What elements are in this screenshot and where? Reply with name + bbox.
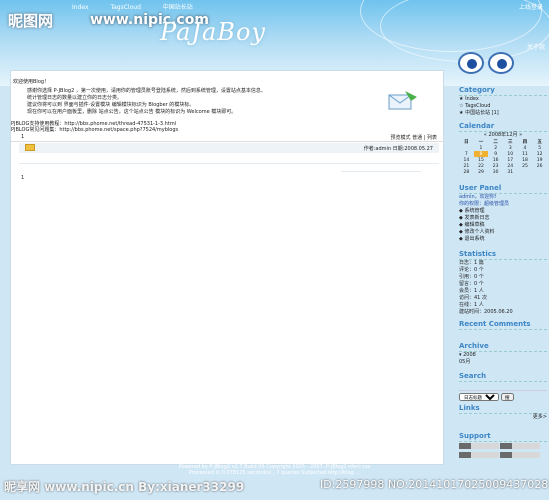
- watermark-id: ID:2597998 NO:20141017025009437028: [320, 478, 549, 491]
- support-title: Support: [459, 432, 547, 442]
- search-button[interactable]: 搜: [501, 393, 514, 401]
- archive-year[interactable]: ▾ 2008: [459, 352, 547, 359]
- calendar-title: Calendar: [459, 122, 547, 132]
- welcome-title: 欢迎使用Blog！: [13, 79, 50, 85]
- links-more[interactable]: 更多>: [459, 414, 547, 421]
- category-item[interactable]: ★ Index: [459, 96, 547, 103]
- category-panel: Category ★ Index ☆ TagsCloud ★ 中国站长站 [1]: [459, 86, 547, 117]
- calendar-panel: Calendar « 2008年12月 » 日一 二三 四五 12345 789…: [459, 122, 547, 175]
- view-mode-links[interactable]: 预览模式 普通 | 列表: [391, 134, 437, 141]
- left-eye: [458, 52, 484, 74]
- support-badge[interactable]: [459, 452, 499, 458]
- stat-line: 日志：1 篇: [459, 260, 484, 266]
- welcome-line: 统计管理日志的数量以建立你的日志分类。: [27, 95, 123, 101]
- search-panel: Search 日志标题 搜: [459, 372, 547, 401]
- support-panel: Support: [459, 432, 547, 460]
- category-title: Category: [459, 86, 547, 96]
- stat-line: 引用：0 个: [459, 274, 484, 280]
- footer-processed: Processed in 0.078125 second(s) , 7 quer…: [188, 470, 361, 476]
- aboutme-link[interactable]: 关于我: [527, 42, 545, 51]
- post-meta: 作者:admin 日期:2008.05.27: [363, 146, 433, 152]
- statistics-panel: Statistics 日志：1 篇 评论：0 个 引用：0 个 留言：0 个 会…: [459, 250, 547, 316]
- bottom-page-number[interactable]: 1: [21, 175, 24, 181]
- nav-tagscloud[interactable]: TagsCloud: [110, 4, 140, 11]
- search-title: Search: [459, 372, 547, 382]
- archive-month[interactable]: 05月: [459, 359, 547, 366]
- main-content: 欢迎使用Blog！ 感谢你选择 P-JBlog2 ，第一次使用，请用你的管理员账…: [10, 70, 445, 465]
- user-panel: User Panel admin，欢迎你! 你的权限：超级管理员 ◆ 系统管理 …: [459, 184, 547, 243]
- stat-line: 留言：0 个: [459, 281, 484, 287]
- category-item[interactable]: ☆ TagsCloud: [459, 103, 547, 110]
- sidebar: Category ★ Index ☆ TagsCloud ★ 中国站长站 [1]…: [456, 86, 549, 466]
- links-panel: Links 更多>: [459, 404, 547, 421]
- mail-icon: [388, 91, 417, 110]
- user-menu-item[interactable]: ◆ 修改个人资料: [459, 229, 547, 236]
- stat-line: 在线：1 人: [459, 302, 484, 308]
- calendar-row: 28 29 30 31: [463, 169, 514, 175]
- userpanel-title: User Panel: [459, 184, 547, 194]
- archive-title: Archive: [459, 342, 547, 352]
- search-input[interactable]: [459, 382, 547, 391]
- nav-index[interactable]: Index: [72, 4, 89, 11]
- welcome-line: 感谢你选择 P-JBlog2 ，第一次使用，请用你的管理员账号登陆系统，然后到系…: [27, 88, 266, 94]
- divider: [341, 171, 421, 172]
- stat-line: 会员：1 人: [459, 288, 484, 294]
- eyes-icon: [458, 52, 518, 78]
- welcome-body: 感谢你选择 P-JBlog2 ，第一次使用，请用你的管理员账号登陆系统，然后到系…: [27, 88, 377, 116]
- welcome-line: 建议你将可以到 界面与插件·设置模块 编辑模块标识为 Blogber 的模块标。: [27, 102, 195, 108]
- support-badge[interactable]: [500, 443, 540, 449]
- recent-comments-title: Recent Comments: [459, 320, 547, 330]
- page-number[interactable]: 1: [21, 134, 24, 140]
- folder-icon: [25, 144, 35, 151]
- site-logo: 昵图网: [8, 12, 54, 30]
- calendar-table: 日一 二三 四五 12345 7 8 9 10 11 12 14 15 16 17 18 19 21…: [459, 139, 547, 175]
- stat-line: 评论：0 个: [459, 267, 484, 273]
- stat-line: 访问：41 次: [459, 295, 487, 301]
- divider: [19, 163, 439, 164]
- links-title: Links: [459, 404, 547, 414]
- welcome-line: 现在你可以在用户面板里，删除 站点公告，这个站点公告 模块的标识为 Welcom…: [27, 109, 237, 115]
- user-status: admin，欢迎你!: [459, 194, 497, 200]
- user-menu-item[interactable]: ◆ 发表新日志: [459, 215, 547, 222]
- archive-panel: Archive ▾ 2008 05月: [459, 342, 547, 366]
- login-link[interactable]: 上线登录: [519, 2, 543, 11]
- stat-line: 建站时间：2005.06.20: [459, 309, 513, 315]
- brand-title: PaJaBoy: [160, 18, 266, 46]
- recent-comments-panel: Recent Comments: [459, 320, 547, 330]
- watermark-text: 昵享网 www.nipic.cn By:xianer33299: [4, 480, 245, 494]
- nav-zhanzhang[interactable]: 中国站长站: [163, 4, 193, 11]
- user-menu-item[interactable]: ◆ 系统管理: [459, 208, 547, 215]
- search-controls: 日志标题 搜: [459, 393, 547, 401]
- calendar-caption: « 2008年12月 »: [483, 132, 523, 138]
- right-eye: [488, 52, 514, 74]
- support-badge[interactable]: [500, 452, 540, 458]
- category-item[interactable]: ★ 中国站长站 [1]: [459, 110, 547, 117]
- user-role: 你的权限：超级管理员: [459, 201, 510, 207]
- support-badge[interactable]: [459, 443, 499, 449]
- search-scope-select[interactable]: 日志标题: [459, 393, 499, 401]
- post-header: 作者:admin 日期:2008.05.27: [19, 143, 439, 153]
- top-nav: Index TagsCloud 中国站长站: [72, 2, 213, 11]
- post-toolbar: 1 预览模式 普通 | 列表: [11, 131, 445, 142]
- user-menu-item[interactable]: ◆ 编辑草稿: [459, 222, 547, 229]
- user-menu-item[interactable]: ◆ 退出系统: [459, 236, 547, 243]
- statistics-title: Statistics: [459, 250, 547, 260]
